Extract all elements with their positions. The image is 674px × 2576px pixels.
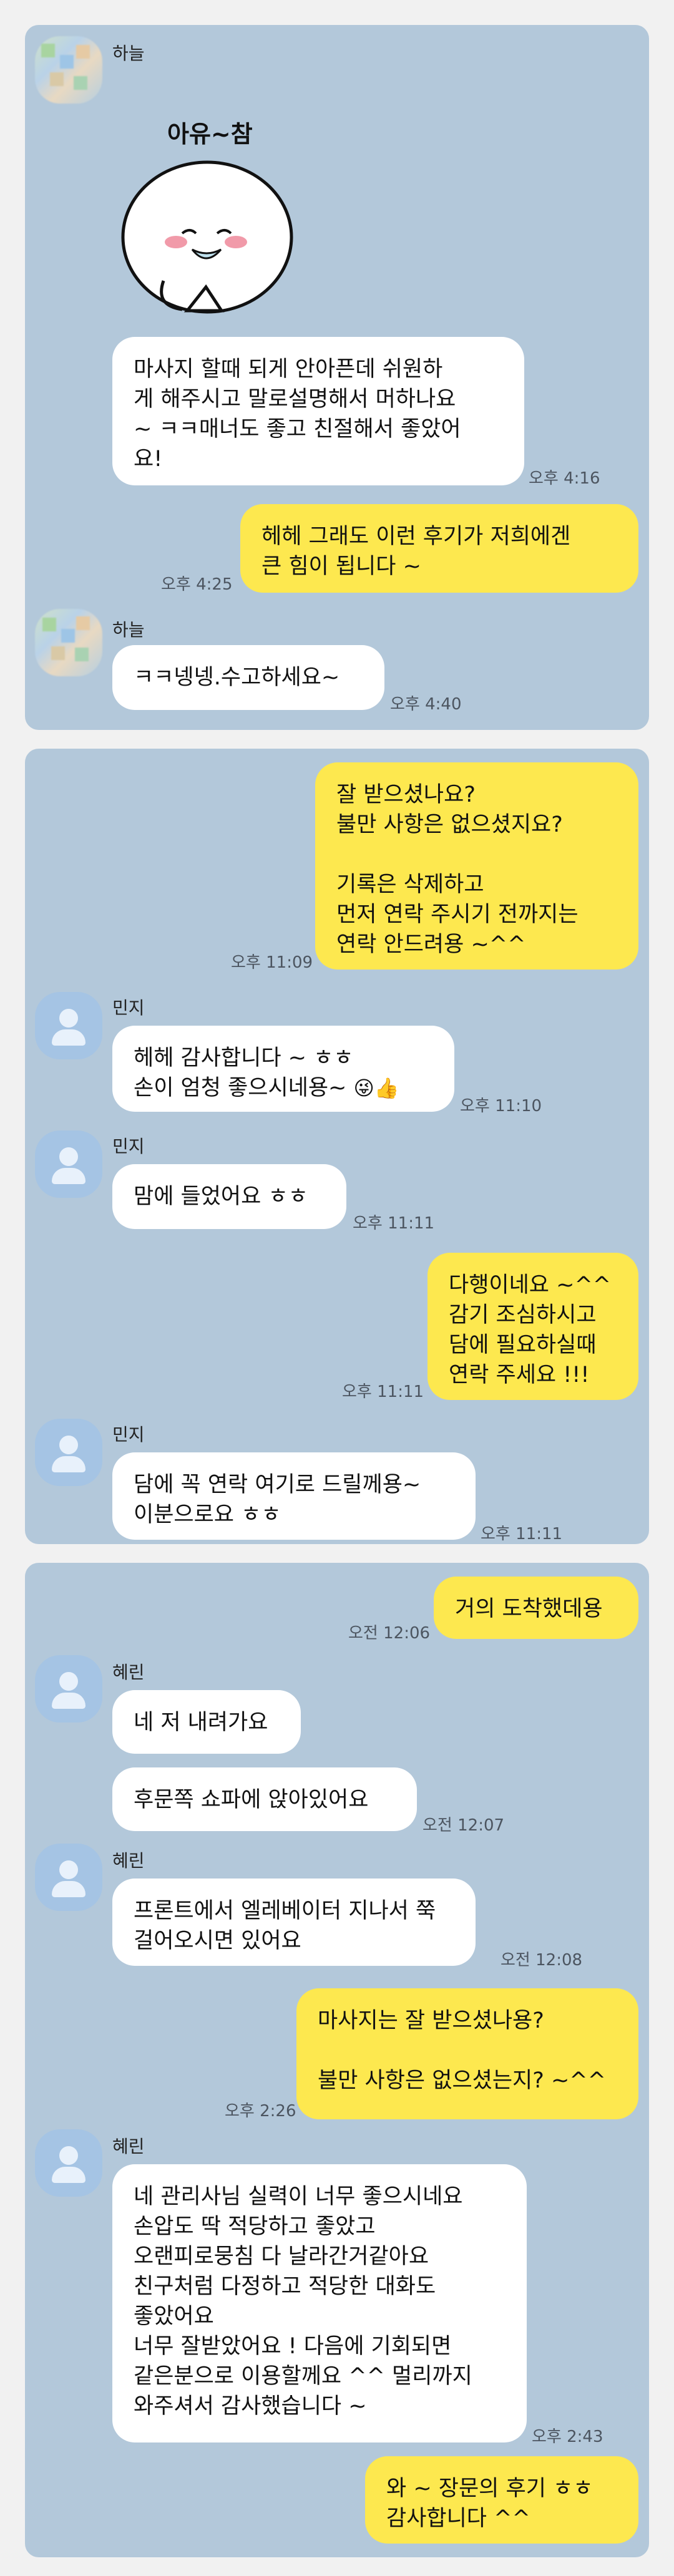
message-bubble[interactable]: 마사지는 잘 받으셨나용? 불만 사항은 없으셨는지? ~^^: [296, 1988, 638, 2119]
message-bubble[interactable]: 프론트에서 엘레베이터 지나서 쭉 걸어오시면 있어요: [112, 1879, 476, 1966]
avatar[interactable]: [35, 992, 102, 1059]
avatar[interactable]: [35, 609, 102, 676]
message-bubble[interactable]: 맘에 들었어요 ㅎㅎ: [112, 1164, 346, 1229]
message-bubble[interactable]: 네 저 내려가요: [112, 1690, 301, 1754]
sender-name: 하늘: [112, 620, 145, 640]
message-time: 오전 12:07: [422, 1816, 505, 1835]
sender-name: 민지: [112, 1424, 145, 1445]
message-bubble[interactable]: 후문쪽 쇼파에 앉아있어요: [112, 1767, 417, 1831]
avatar[interactable]: [35, 2129, 102, 2197]
message-bubble[interactable]: 마사지 할때 되게 안아픈데 쉬원하 게 해주시고 말로설명해서 머하나요 ~ …: [112, 337, 524, 485]
chat-panel-2: 잘 받으셨나요? 불만 사항은 없으셨지요? 기록은 삭제하고 먼저 연락 주시…: [25, 749, 649, 1544]
message-time: 오후 2:43: [532, 2428, 603, 2446]
message-bubble[interactable]: 와 ~ 장문의 후기 ㅎㅎ 감사합니다 ^^: [365, 2456, 638, 2544]
sender-name: 하늘: [112, 43, 145, 64]
message-time: 오전 12:08: [501, 1951, 583, 1970]
sender-name: 혜린: [112, 1662, 145, 1683]
message-time: 오후 4:25: [161, 575, 233, 594]
avatar[interactable]: [35, 1130, 102, 1198]
avatar[interactable]: [35, 1419, 102, 1486]
message-time: 오후 11:11: [353, 1214, 435, 1233]
message-time: 오후 11:09: [231, 953, 313, 972]
sender-name: 혜린: [112, 2136, 145, 2157]
sender-name: 혜린: [112, 1850, 145, 1871]
message-time: 오후 4:40: [390, 695, 462, 714]
message-bubble[interactable]: 담에 꼭 연락 여기로 드릴께용~ 이분으로요 ㅎㅎ: [112, 1452, 476, 1540]
sender-name: 민지: [112, 1136, 145, 1157]
message-time: 오후 11:11: [481, 1525, 563, 1543]
avatar[interactable]: [35, 1655, 102, 1723]
message-bubble[interactable]: 헤헤 그래도 이런 후기가 저희에겐 큰 힘이 됩니다 ~: [240, 504, 638, 593]
message-time: 오후 11:11: [342, 1383, 424, 1401]
message-bubble[interactable]: 잘 받으셨나요? 불만 사항은 없으셨지요? 기록은 삭제하고 먼저 연락 주시…: [315, 762, 638, 970]
message-time: 오후 11:10: [460, 1097, 542, 1115]
avatar[interactable]: [35, 1844, 102, 1911]
message-bubble[interactable]: 네 관리사님 실력이 너무 좋으시네요 손압도 딱 적당하고 좋았고 오랜피로뭉…: [112, 2164, 527, 2442]
message-text: 헤헤 감사합니다 ~ ㅎㅎ 손이 엄청 좋으시네용~: [134, 1046, 354, 1101]
message-bubble[interactable]: 거의 도착했데용: [434, 1577, 638, 1639]
avatar[interactable]: [35, 36, 102, 104]
message-time: 오후 4:16: [529, 469, 600, 488]
sender-name: 민지: [112, 998, 145, 1018]
message-bubble[interactable]: 헤헤 감사합니다 ~ ㅎㅎ 손이 엄청 좋으시네용~ 😜👍: [112, 1026, 454, 1112]
chat-panel-1: 하늘 아유~참 마사지 할때 되게 안아픈데 쉬원하 게 해주시고 말로설명해서…: [25, 25, 649, 730]
emoticon-sticker[interactable]: 아유~참: [112, 75, 300, 324]
message-bubble[interactable]: 다행이네요 ~^^ 감기 조심하시고 담에 필요하실때 연락 주세요 !!!: [427, 1253, 638, 1400]
message-bubble[interactable]: ㅋㅋ넹넹.수고하세요~: [112, 645, 384, 710]
message-time: 오후 2:26: [225, 2102, 296, 2121]
sticker-character-icon: [121, 160, 293, 314]
emoji: 😜👍: [353, 1076, 399, 1100]
message-time: 오전 12:06: [348, 1624, 431, 1643]
chat-panel-3: 거의 도착했데용 오전 12:06 혜린 네 저 내려가요 후문쪽 쇼파에 앉아…: [25, 1563, 649, 2557]
